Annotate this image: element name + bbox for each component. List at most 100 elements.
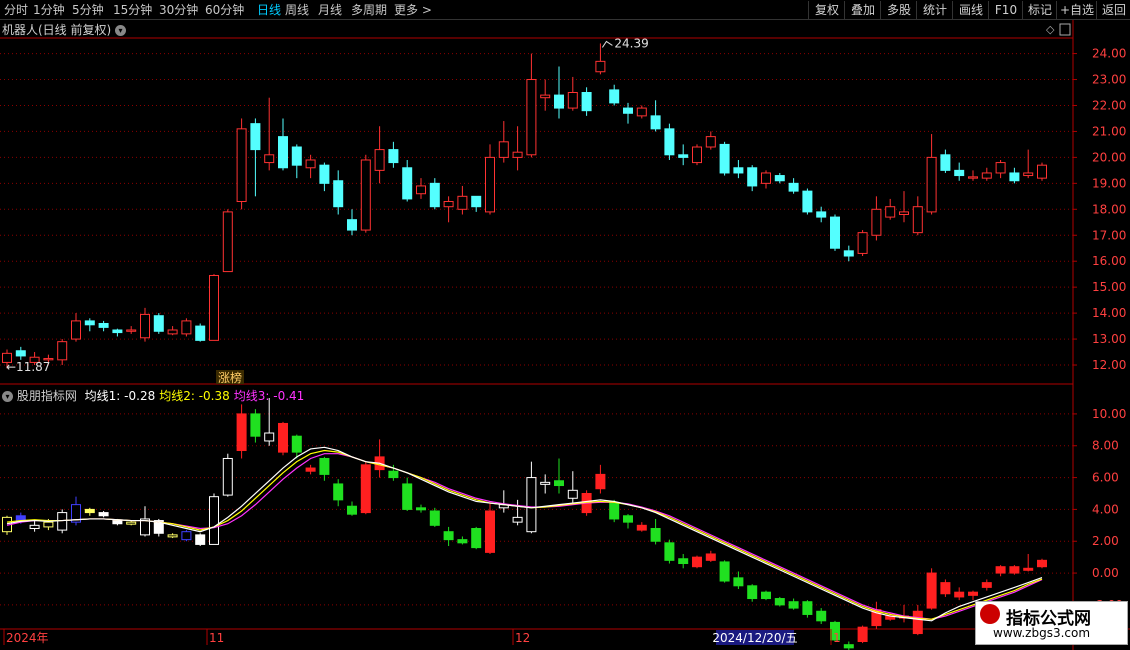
ma2-line xyxy=(6,449,1043,620)
price-tick-label: 14.00 xyxy=(1092,306,1126,320)
candle xyxy=(347,219,357,231)
candle xyxy=(112,329,123,334)
price-tick-label: 16.00 xyxy=(1092,254,1126,268)
candle xyxy=(567,92,578,109)
ind-candle xyxy=(636,524,647,531)
ind-candle xyxy=(995,566,1006,574)
ind-candle xyxy=(512,516,523,523)
kline-chart[interactable]: ◇24.0023.0022.0021.0020.0019.0018.0017.0… xyxy=(0,0,1130,650)
candle xyxy=(374,149,385,171)
low-price-label: ←11.87 xyxy=(6,360,50,374)
candle xyxy=(912,206,923,234)
ind-candle xyxy=(1023,567,1034,571)
candle xyxy=(926,156,937,213)
candle xyxy=(540,94,551,99)
candle xyxy=(195,325,206,341)
ind-candle xyxy=(209,496,219,545)
time-label: 1 xyxy=(833,631,841,645)
candle xyxy=(457,195,468,210)
price-tick-label: 21.00 xyxy=(1092,124,1126,138)
candle xyxy=(636,107,647,117)
candle xyxy=(98,322,109,328)
ind-candle xyxy=(291,435,302,453)
candle xyxy=(126,329,137,332)
ma1-line xyxy=(6,446,1043,622)
candle xyxy=(333,180,344,208)
candle xyxy=(264,154,275,164)
ind-candle xyxy=(954,591,965,598)
ind-candle xyxy=(857,626,868,643)
high-marker xyxy=(601,40,613,48)
candle xyxy=(843,250,854,257)
ind-candle xyxy=(940,582,951,595)
ind-candle xyxy=(347,505,357,515)
candle xyxy=(153,315,164,332)
candle xyxy=(774,175,785,182)
candle xyxy=(802,190,813,213)
ind-candle xyxy=(388,470,399,479)
candle xyxy=(968,176,978,179)
ind-candle xyxy=(843,644,854,649)
cursor-date: 2024/12/20/五 xyxy=(712,631,797,645)
candle xyxy=(71,320,81,340)
price-tick-label: 23.00 xyxy=(1092,73,1126,87)
ind-candle xyxy=(816,610,827,622)
price-tick-label: 13.00 xyxy=(1092,332,1126,346)
ind-candle xyxy=(981,582,992,588)
ind-candle xyxy=(747,585,758,600)
ind-candle xyxy=(443,531,454,541)
ind-candle xyxy=(788,601,799,609)
candle xyxy=(167,329,178,335)
candle xyxy=(761,172,771,184)
price-tick-label: 12.00 xyxy=(1092,358,1126,372)
candle xyxy=(1009,172,1020,182)
candle xyxy=(57,341,68,361)
ind-candle xyxy=(526,477,537,533)
ind-candle xyxy=(126,521,137,525)
ind-candle xyxy=(43,521,54,528)
candle xyxy=(899,211,909,215)
candle xyxy=(305,159,316,169)
ind-candle xyxy=(222,457,233,496)
candle xyxy=(222,211,233,273)
ind-candle xyxy=(360,464,371,514)
candle xyxy=(581,92,592,112)
ind-candle xyxy=(912,610,923,635)
ind-candle xyxy=(167,534,178,538)
candle xyxy=(885,206,896,218)
candle xyxy=(402,167,413,200)
candle xyxy=(692,146,702,164)
ind-candle xyxy=(733,577,744,587)
candle xyxy=(512,151,523,158)
ind-candle xyxy=(57,512,68,531)
candle xyxy=(291,146,302,166)
price-tick-label: 18.00 xyxy=(1092,202,1126,216)
price-tick-label: 24.00 xyxy=(1092,47,1126,61)
ind-candle xyxy=(554,480,564,487)
candle xyxy=(388,149,399,164)
candle xyxy=(678,154,689,158)
indicator-tick-label: 4.00 xyxy=(1092,502,1119,516)
site-logo-icon xyxy=(980,604,1000,624)
ind-candle xyxy=(333,483,344,501)
indicator-tick-label: 0.00 xyxy=(1092,566,1119,580)
ind-candle xyxy=(319,457,330,475)
candle xyxy=(995,162,1006,174)
ind-candle xyxy=(664,542,675,561)
ind-candle xyxy=(692,556,702,568)
ind-candle xyxy=(678,558,689,565)
candle xyxy=(498,141,509,158)
candle xyxy=(250,123,261,151)
candle xyxy=(278,136,288,169)
price-tick-label: 19.00 xyxy=(1092,176,1126,190)
indicator-tick-label: 8.00 xyxy=(1092,439,1119,453)
candle xyxy=(954,169,965,177)
time-label: 12 xyxy=(515,631,530,645)
ind-candle xyxy=(1009,566,1020,574)
candle xyxy=(236,128,247,203)
time-label: 11 xyxy=(209,631,224,645)
price-tick-label: 15.00 xyxy=(1092,280,1126,294)
candle xyxy=(705,136,716,148)
candle xyxy=(443,201,454,208)
ind-candle xyxy=(623,515,633,523)
